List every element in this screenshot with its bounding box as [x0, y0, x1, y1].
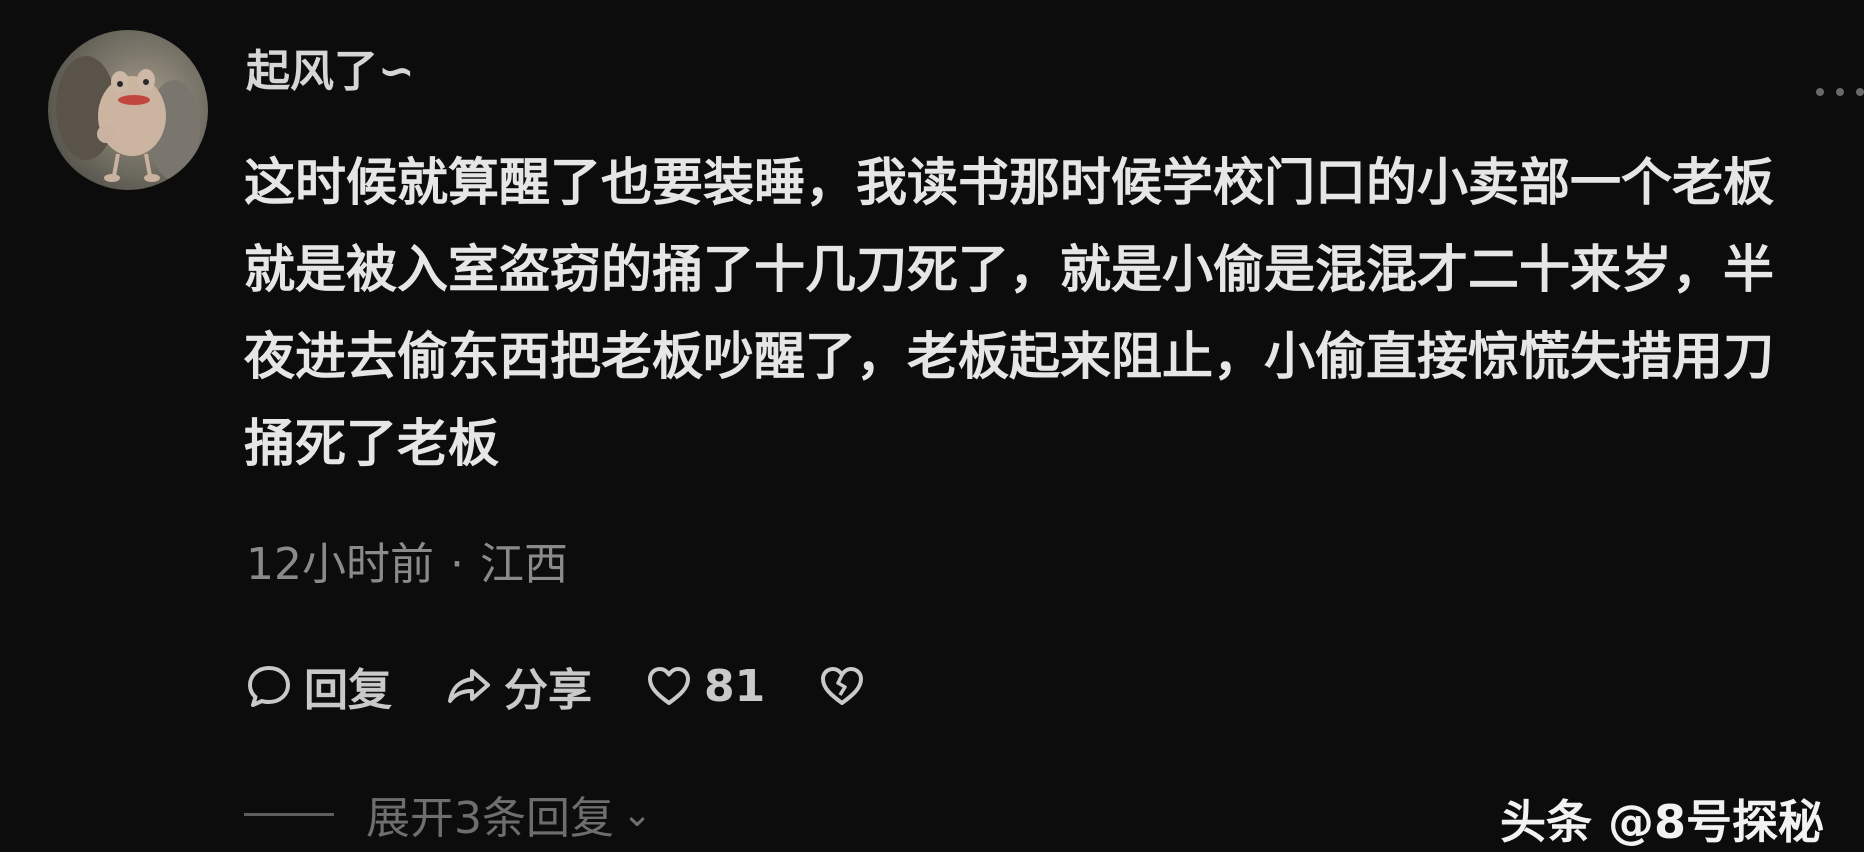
comment-bubble-icon: [248, 666, 290, 707]
meta-separator: ·: [450, 539, 464, 590]
chevron-down-icon: ⌄: [622, 793, 653, 835]
broken-heart-icon: [821, 667, 864, 705]
avatar[interactable]: [48, 30, 208, 190]
like-count: 81: [704, 660, 766, 712]
username[interactable]: 起风了∽: [246, 42, 415, 102]
comment-location: 江西: [480, 539, 568, 590]
comment-item: 起风了∽ 这时候就算醒了也要装睡，我读书那时候学校门口的小卖部一个老板就是被入室…: [0, 0, 1864, 849]
share-label: 分享: [504, 665, 592, 716]
heart-icon: [648, 667, 690, 705]
share-button[interactable]: 分享: [444, 654, 592, 718]
frog-plush-avatar: [56, 56, 200, 182]
reply-label: 回复: [304, 665, 392, 716]
more-dots-icon[interactable]: [1804, 80, 1864, 104]
share-arrow-icon: [448, 669, 490, 703]
comment-time: 12小时前: [246, 539, 434, 590]
expand-divider: [244, 812, 334, 816]
comment-text: 这时候就算醒了也要装睡，我读书那时候学校门口的小卖部一个老板就是被入室盗窃的捅了…: [244, 154, 1775, 474]
like-button[interactable]: 81: [644, 661, 765, 712]
reply-button[interactable]: 回复: [244, 654, 392, 718]
action-bar: 回复 分享 81: [244, 656, 919, 716]
expand-replies-label: 展开3条回复: [366, 793, 614, 844]
watermark: 头条 @8号探秘: [1500, 795, 1825, 849]
expand-replies-button[interactable]: 展开3条回复 ⌄: [244, 782, 652, 846]
comment-meta: 12小时前 · 江西: [246, 535, 568, 595]
dislike-button[interactable]: [817, 661, 867, 711]
